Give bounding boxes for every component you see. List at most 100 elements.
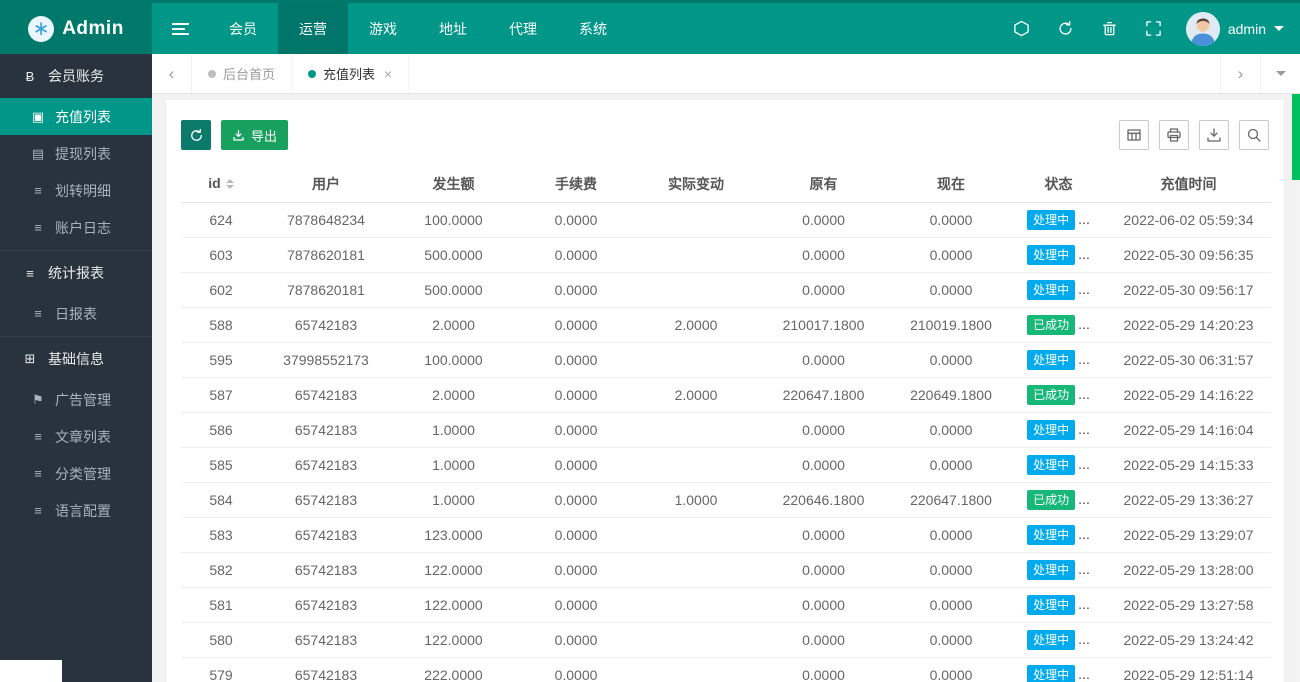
sidebar-section-header[interactable]: ⊞ 基础信息	[0, 337, 152, 381]
export-button[interactable]: 导出	[221, 120, 289, 150]
cell-id: 582	[181, 552, 261, 588]
sidebar-item-文章列表[interactable]: ≡ 文章列表	[0, 418, 152, 455]
sidebar-section-items: ▣ 充值列表 ▤ 提现列表 ≡ 划转明细 ≡ 账户日志	[0, 98, 152, 250]
cell-before: 0.0000	[756, 202, 891, 238]
status-ellipsis: ...	[1078, 385, 1090, 402]
table-header-row: id 用户 发生额 手续费 实际变动 原有 现在 状态 充值时间	[181, 166, 1271, 203]
table-row: 585 65742183 1.0000 0.0000 0.0000 0.0000 处理中..…	[181, 447, 1271, 483]
cell-user: 65742183	[261, 622, 391, 658]
column-label: 发生额	[432, 175, 475, 192]
cell-before: 0.0000	[756, 237, 891, 273]
cell-id: 580	[181, 622, 261, 658]
cell-after: 0.0000	[891, 517, 1011, 553]
table-row: 580 65742183 122.0000 0.0000 0.0000 0.0000 处理中…	[181, 622, 1271, 658]
sidebar-item-日报表[interactable]: ≡ 日报表	[0, 295, 152, 332]
column-label: 充值时间	[1160, 175, 1217, 192]
refresh-icon	[190, 128, 202, 141]
table-row: 624 7878648234 100.0000 0.0000 0.0000 0.0000 处…	[181, 202, 1271, 238]
cell-status: 处理中...	[1011, 412, 1106, 448]
component-button[interactable]	[1000, 3, 1044, 54]
cell-after: 0.0000	[891, 622, 1011, 658]
status-badge: 处理中	[1027, 559, 1076, 580]
cell-status: 处理中...	[1011, 202, 1106, 238]
status-ellipsis: ...	[1078, 490, 1090, 507]
cell-after: 0.0000	[891, 272, 1011, 308]
tab-close-icon[interactable]: ×	[384, 66, 392, 82]
account-log-icon: ≡	[34, 220, 42, 235]
cell-fee: 0.0000	[516, 237, 636, 273]
recharge-list-icon: ▣	[31, 108, 45, 124]
column-header-after: 现在	[891, 166, 1011, 203]
tabs-menu-button[interactable]	[1260, 54, 1300, 93]
cell-id: 624	[181, 202, 261, 238]
nav-item-游戏[interactable]: 游戏	[348, 3, 418, 54]
sidebar-item-分类管理[interactable]: ≡ 分类管理	[0, 455, 152, 492]
cell-before: 0.0000	[756, 552, 891, 588]
tab-list: 后台首页 × 充值列表 ×	[192, 54, 410, 93]
sidebar-toggle-button[interactable]	[152, 3, 208, 54]
report-icon: ≡	[26, 265, 34, 281]
sidebar-item-充值列表[interactable]: ▣ 充值列表	[0, 98, 152, 135]
tab-后台首页[interactable]: 后台首页 ×	[192, 54, 293, 93]
cell-amount: 500.0000	[391, 237, 516, 273]
export-icon	[233, 129, 244, 141]
table-toolbar: 导出	[181, 120, 1269, 150]
search-button[interactable]	[1239, 120, 1269, 150]
nav-item-代理[interactable]: 代理	[488, 3, 558, 54]
cell-after: 220649.1800	[891, 377, 1011, 413]
column-header-id[interactable]: id	[181, 166, 261, 203]
nav-item-地址[interactable]: 地址	[418, 3, 488, 54]
brand[interactable]: ∗ Admin	[0, 3, 152, 54]
chevron-left-icon: ‹	[168, 63, 175, 83]
export-file-button[interactable]	[1199, 120, 1229, 150]
language-config-icon: ≡	[34, 503, 42, 518]
refresh-page-button[interactable]	[1044, 3, 1088, 54]
scrollbar-thumb[interactable]	[1292, 94, 1300, 180]
cell-after: 0.0000	[891, 412, 1011, 448]
cell-change	[636, 517, 756, 553]
refresh-table-button[interactable]	[181, 120, 211, 150]
cell-change	[636, 412, 756, 448]
filter-columns-button[interactable]	[1119, 120, 1149, 150]
tab-充值列表[interactable]: 充值列表 ×	[292, 54, 410, 93]
column-label: 现在	[937, 175, 965, 192]
cell-change	[636, 657, 756, 682]
print-button[interactable]	[1159, 120, 1189, 150]
nav-item-运营[interactable]: 运营	[278, 3, 348, 54]
cell-amount: 123.0000	[391, 517, 516, 553]
hamburger-icon	[171, 22, 189, 35]
cell-change: 2.0000	[636, 307, 756, 343]
cell-before: 0.0000	[756, 657, 891, 682]
cell-amount: 1.0000	[391, 447, 516, 483]
status-badge: 处理中	[1027, 629, 1076, 650]
cell-user: 7878620181	[261, 237, 391, 273]
sidebar-section-header[interactable]: ≡ 统计报表	[0, 251, 152, 295]
cell-fee: 0.0000	[516, 412, 636, 448]
cell-user: 65742183	[261, 482, 391, 518]
sidebar-item-语言配置[interactable]: ≡ 语言配置	[0, 492, 152, 529]
table-row: 603 7878620181 500.0000 0.0000 0.0000 0.0000 处…	[181, 237, 1271, 273]
sidebar-item-账户日志[interactable]: ≡ 账户日志	[0, 209, 152, 246]
status-badge: 处理中	[1027, 524, 1076, 545]
brand-name: Admin	[62, 17, 124, 39]
cell-amount: 2.0000	[391, 307, 516, 343]
sort-icon[interactable]	[225, 175, 234, 193]
download-icon	[1207, 128, 1221, 142]
sidebar-item-label: 账户日志	[55, 219, 111, 236]
fullscreen-button[interactable]	[1132, 3, 1176, 54]
cell-id: 587	[181, 377, 261, 413]
clear-cache-button[interactable]	[1088, 3, 1132, 54]
cell-amount: 1.0000	[391, 482, 516, 518]
cell-after: 0.0000	[891, 202, 1011, 238]
tabs-scroll-left-button[interactable]: ‹	[152, 54, 192, 93]
cell-amount: 122.0000	[391, 552, 516, 588]
cell-before: 0.0000	[756, 622, 891, 658]
sidebar-item-提现列表[interactable]: ▤ 提现列表	[0, 135, 152, 172]
sidebar-section-header[interactable]: Ƀ 会员账务	[0, 54, 152, 98]
nav-item-会员[interactable]: 会员	[208, 3, 278, 54]
tabs-scroll-right-button[interactable]: ›	[1220, 54, 1260, 93]
sidebar-item-广告管理[interactable]: ⚑ 广告管理	[0, 381, 152, 418]
sidebar-item-划转明细[interactable]: ≡ 划转明细	[0, 172, 152, 209]
user-menu[interactable]: admin	[1176, 3, 1300, 54]
nav-item-系统[interactable]: 系统	[558, 3, 628, 54]
